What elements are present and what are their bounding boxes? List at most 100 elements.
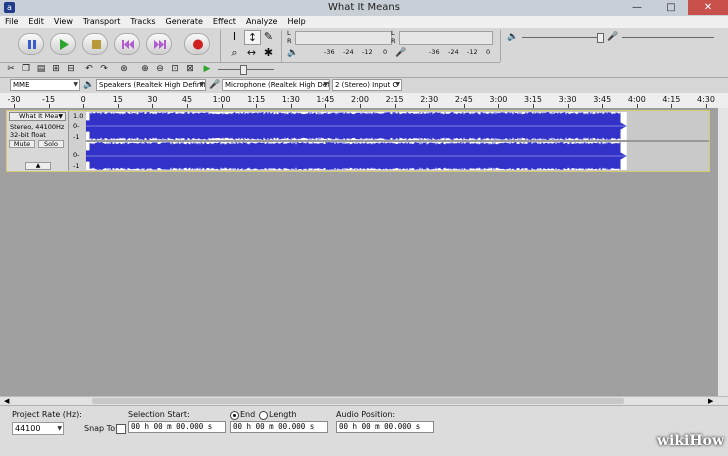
input-channels-value: 2 (Stereo) Input C (335, 81, 398, 89)
ruler-tick-label: 30 (147, 95, 158, 104)
skip-start-button[interactable] (114, 33, 140, 55)
envelope-tool-icon[interactable]: ↕ (244, 30, 261, 45)
audio-position-field[interactable]: 00 h 00 m 00.000 s (336, 421, 434, 433)
solo-button[interactable]: Solo (38, 140, 64, 148)
ruler-tick-mark (117, 104, 119, 108)
mute-button[interactable]: Mute (9, 140, 35, 148)
ruler-tick-label: 3:15 (524, 95, 542, 104)
fit-selection-icon[interactable]: ⊡ (168, 63, 182, 75)
play-speed-thumb[interactable] (240, 65, 247, 75)
end-radio[interactable] (230, 411, 239, 420)
selection-end-field[interactable]: 00 h 00 m 00.000 s (230, 421, 328, 433)
end-radio-label: End (240, 410, 256, 419)
track-bitdepth: 32-bit float (10, 131, 46, 139)
project-rate-select[interactable]: 44100 ▼ (12, 422, 64, 435)
minimize-button[interactable]: — (622, 0, 652, 15)
copy-icon[interactable]: ❐ (19, 63, 33, 75)
play-button[interactable] (50, 33, 76, 55)
fit-project-icon[interactable]: ⊠ (183, 63, 197, 75)
length-radio[interactable] (259, 411, 268, 420)
meter-tick: -36 (324, 48, 335, 56)
audio-track[interactable]: ✕ What It Mea▼ Stereo, 44100Hz 32-bit fl… (6, 110, 710, 172)
input-volume-slider[interactable] (622, 37, 714, 38)
ruler-tick-label: 4:15 (662, 95, 681, 104)
output-volume-thumb[interactable] (597, 33, 604, 43)
ruler-tick-label: 2:00 (351, 95, 369, 104)
gain-slider[interactable] (13, 150, 63, 156)
timeshift-tool-icon[interactable]: ↔ (244, 46, 259, 59)
menu-tracks[interactable]: Tracks (125, 16, 160, 28)
ruler-tick-label: -30 (7, 95, 21, 104)
snap-to-checkbox[interactable] (116, 424, 126, 434)
pause-button[interactable] (18, 33, 44, 55)
menu-help[interactable]: Help (282, 16, 310, 28)
paste-icon[interactable]: ▤ (34, 63, 48, 75)
menu-transport[interactable]: Transport (78, 16, 126, 28)
menu-generate[interactable]: Generate (161, 16, 208, 28)
maximize-button[interactable]: □ (656, 0, 686, 15)
trim-icon[interactable]: ⊞ (49, 63, 63, 75)
horizontal-scrollbar[interactable]: ◀ ▶ (0, 396, 728, 405)
timeline-ruler[interactable]: -30 -15 0 15 30 45 1:00 1:15 1:30 1:45 2:00 2:15 2:3… (0, 93, 728, 109)
scroll-thumb[interactable] (92, 398, 624, 404)
ruler-tick-label: 2:15 (385, 95, 404, 104)
record-meter[interactable] (399, 31, 493, 45)
zoom-in-icon[interactable]: ⊕ (138, 63, 152, 75)
selection-tool-icon[interactable]: I (227, 30, 242, 43)
scale-bottom: -1 (73, 133, 80, 141)
meter-tick: -24 (448, 48, 459, 56)
menu-file[interactable]: File (0, 16, 23, 28)
ruler-tick-label: 15 (112, 95, 123, 104)
skip-end-button[interactable] (146, 33, 172, 55)
skip-start-icon (122, 40, 134, 49)
ruler-tick-mark (533, 104, 534, 108)
undo-icon[interactable]: ↶ (82, 63, 96, 75)
scroll-left-icon[interactable]: ◀ (4, 397, 9, 405)
multi-tool-icon[interactable]: ✱ (261, 46, 276, 59)
record-button[interactable] (184, 33, 210, 55)
menu-edit[interactable]: Edit (23, 16, 49, 28)
input-volume-icon: 🎤 (607, 32, 619, 42)
output-volume-slider[interactable] (522, 37, 602, 38)
track-name-menu[interactable]: What It Mea ▼ (9, 112, 66, 121)
audio-host-select[interactable]: MME ▼ (10, 79, 80, 91)
cut-icon[interactable]: ✂ (4, 63, 18, 75)
toolbar-area: I ↕ ✎ ⌕ ↔ ✱ L R 🔈 -36 -24 -12 0 L R 🎤 -3… (0, 28, 728, 94)
stop-button[interactable] (82, 33, 108, 55)
ruler-tick-mark (48, 104, 50, 108)
audio-position-value: 00 h 00 m 00.000 s (339, 422, 421, 431)
menu-analyze[interactable]: Analyze (241, 16, 283, 28)
playback-meter[interactable] (295, 31, 392, 45)
waveform-area[interactable] (85, 112, 709, 170)
close-button[interactable]: ✕ (688, 0, 728, 15)
scroll-right-icon[interactable]: ▶ (708, 397, 713, 405)
collapse-track-button[interactable]: ▲ (25, 162, 51, 170)
scale-mid: 0- (73, 122, 80, 130)
draw-tool-icon[interactable]: ✎ (261, 30, 276, 43)
ruler-tick-label: 3:45 (593, 95, 612, 104)
sync-lock-icon[interactable]: ⊛ (117, 63, 131, 75)
vertical-scrollbar[interactable] (718, 108, 728, 396)
menu-effect[interactable]: Effect (208, 16, 241, 28)
ruler-tick-label: 1:45 (316, 95, 335, 104)
ruler-tick-mark (325, 104, 327, 108)
ruler-tick-mark (360, 104, 361, 108)
track-format: Stereo, 44100Hz (10, 123, 65, 131)
zoom-tool-icon[interactable]: ⌕ (227, 46, 242, 59)
ruler-tick-mark (463, 104, 465, 108)
microphone-meter-icon: 🎤 (395, 48, 407, 58)
input-device-value: Microphone (Realtek High Defi (225, 81, 330, 89)
silence-icon[interactable]: ⊟ (64, 63, 78, 75)
zoom-out-icon[interactable]: ⊖ (153, 63, 167, 75)
play-at-speed-icon[interactable]: ▶ (200, 63, 214, 75)
output-device-select[interactable]: Speakers (Realtek High Definit ▼ (96, 79, 206, 91)
redo-icon[interactable]: ↷ (97, 63, 111, 75)
audio-position-label: Audio Position: (336, 410, 396, 419)
input-device-select[interactable]: Microphone (Realtek High Defi ▼ (222, 79, 330, 91)
ruler-tick-mark (567, 104, 569, 108)
input-channels-select[interactable]: 2 (Stereo) Input C ▼ (332, 79, 402, 91)
meter-r-label: R (287, 37, 292, 45)
ruler-tick-mark (636, 104, 638, 108)
selection-start-field[interactable]: 00 h 00 m 00.000 s (128, 421, 226, 433)
menu-view[interactable]: View (49, 16, 78, 28)
